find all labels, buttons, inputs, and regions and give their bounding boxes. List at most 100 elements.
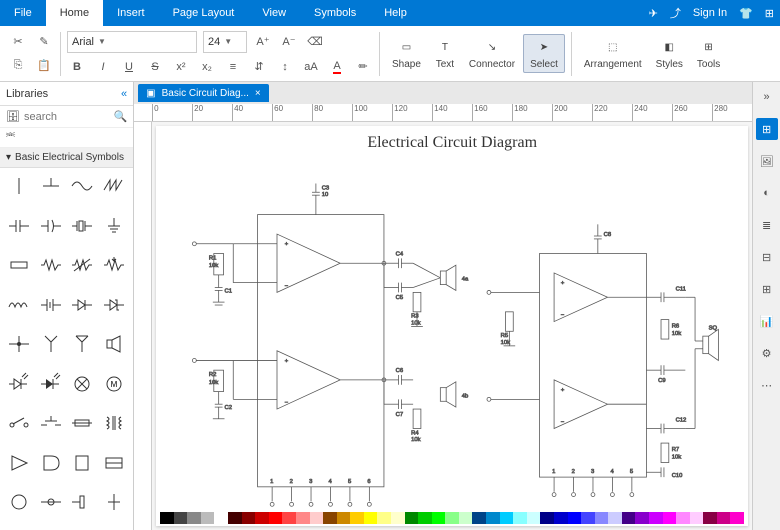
symbol-wire-branch[interactable] (36, 172, 66, 200)
menu-home[interactable]: Home (46, 0, 103, 26)
color-swatch[interactable] (581, 512, 595, 524)
color-swatch[interactable] (174, 512, 188, 524)
symbol-generic1[interactable] (36, 488, 66, 516)
symbol-speaker[interactable] (99, 330, 129, 358)
menu-file[interactable]: File (0, 0, 46, 26)
more-icon[interactable]: ⋯ (756, 374, 778, 396)
color-swatch[interactable] (472, 512, 486, 524)
search-input[interactable] (24, 111, 110, 123)
settings-icon[interactable]: ⚙ (756, 342, 778, 364)
subscript-icon[interactable]: x₂ (197, 57, 217, 77)
color-swatch[interactable] (214, 512, 228, 524)
library-icon[interactable]: 🗄 (6, 110, 20, 123)
document-tab[interactable]: ▣ Basic Circuit Diag... × (138, 84, 269, 102)
symbol-antenna-loop[interactable] (68, 330, 98, 358)
symbol-capacitor[interactable] (4, 212, 34, 240)
close-tab-icon[interactable]: × (255, 88, 261, 99)
symbol-transformer[interactable] (99, 409, 129, 437)
color-swatch[interactable] (486, 512, 500, 524)
color-swatch[interactable] (323, 512, 337, 524)
tools-button[interactable]: ⊞Tools (691, 35, 726, 72)
color-swatch[interactable] (690, 512, 704, 524)
color-swatch[interactable] (269, 512, 283, 524)
color-swatch[interactable] (201, 512, 215, 524)
menu-view[interactable]: View (248, 0, 300, 26)
paste-icon[interactable]: 📋 (34, 56, 54, 76)
color-swatch[interactable] (703, 512, 717, 524)
color-swatch[interactable] (540, 512, 554, 524)
symbol-diode[interactable] (68, 291, 98, 319)
color-swatch[interactable] (187, 512, 201, 524)
symbol-source[interactable] (4, 488, 34, 516)
symbol-generic2[interactable] (68, 488, 98, 516)
color-swatch[interactable] (500, 512, 514, 524)
color-swatch[interactable] (635, 512, 649, 524)
symbol-coil[interactable] (68, 449, 98, 477)
filter-icon[interactable]: ⎃ (6, 131, 15, 144)
apps-icon[interactable]: ⊞ (759, 7, 780, 20)
collapse-right-icon[interactable]: » (756, 86, 778, 108)
symbol-resistor-zigzag[interactable] (36, 251, 66, 279)
symbol-varistor[interactable] (68, 251, 98, 279)
spacing-icon[interactable]: ↕ (275, 57, 295, 77)
color-swatch[interactable] (459, 512, 473, 524)
table-icon[interactable]: ⊞ (756, 278, 778, 300)
symbol-inductor[interactable] (4, 291, 34, 319)
strike-icon[interactable]: S (145, 57, 165, 77)
symbol-switch[interactable] (4, 409, 34, 437)
symbol-fuse[interactable] (68, 409, 98, 437)
menu-help[interactable]: Help (370, 0, 421, 26)
symbol-and-gate[interactable] (36, 449, 66, 477)
symbol-antenna-wire[interactable] (36, 330, 66, 358)
color-swatch[interactable] (310, 512, 324, 524)
color-swatch[interactable] (405, 512, 419, 524)
fill-icon[interactable]: ◐ (756, 182, 778, 204)
color-swatch[interactable] (445, 512, 459, 524)
color-swatch[interactable] (364, 512, 378, 524)
canvas-page[interactable]: Electrical Circuit Diagram +− +− (156, 126, 748, 526)
connector-button[interactable]: ↘Connector (463, 35, 521, 72)
symbol-lamp[interactable] (68, 370, 98, 398)
color-swatch[interactable] (160, 512, 174, 524)
color-swatch[interactable] (432, 512, 446, 524)
color-swatch[interactable] (282, 512, 296, 524)
color-swatch[interactable] (296, 512, 310, 524)
color-swatch[interactable] (595, 512, 609, 524)
color-swatch[interactable] (730, 512, 744, 524)
symbol-motor[interactable]: M (99, 370, 129, 398)
color-swatch[interactable] (676, 512, 690, 524)
color-swatch[interactable] (527, 512, 541, 524)
clear-format-icon[interactable]: ⌫ (305, 32, 325, 52)
color-swatch[interactable] (418, 512, 432, 524)
menu-symbols[interactable]: Symbols (300, 0, 370, 26)
symbol-led[interactable] (4, 370, 34, 398)
format-painter-icon[interactable]: ✎ (34, 32, 54, 52)
color-swatch[interactable] (377, 512, 391, 524)
share-icon[interactable]: ⤴ (664, 5, 687, 21)
symbol-ground[interactable] (99, 212, 129, 240)
symbol-resistor-box[interactable] (4, 251, 34, 279)
color-swatch[interactable] (228, 512, 242, 524)
symbol-sawtooth[interactable] (99, 172, 129, 200)
styles-button[interactable]: ◧Styles (650, 35, 689, 72)
color-swatch[interactable] (717, 512, 731, 524)
color-swatch[interactable] (554, 512, 568, 524)
align-tool-icon[interactable]: ⊟ (756, 246, 778, 268)
symbol-generic3[interactable] (99, 488, 129, 516)
symbol-pushbutton[interactable] (36, 409, 66, 437)
symbol-potentiometer[interactable] (99, 251, 129, 279)
menu-insert[interactable]: Insert (103, 0, 159, 26)
properties-icon[interactable]: ⊞ (756, 118, 778, 140)
arrangement-button[interactable]: ⬚Arrangement (578, 35, 648, 72)
symbol-zener[interactable] (99, 291, 129, 319)
menu-page-layout[interactable]: Page Layout (159, 0, 249, 26)
highlight-icon[interactable]: ✏ (353, 57, 373, 77)
select-button[interactable]: ➤Select (523, 34, 565, 73)
symbol-battery[interactable] (36, 291, 66, 319)
color-swatch[interactable] (513, 512, 527, 524)
bold-icon[interactable]: B (67, 57, 87, 77)
valign-icon[interactable]: ⇵ (249, 57, 269, 77)
symbol-opamp[interactable] (4, 449, 34, 477)
copy-icon[interactable]: ⎘ (8, 56, 28, 76)
send-icon[interactable]: ✈ (643, 7, 664, 20)
